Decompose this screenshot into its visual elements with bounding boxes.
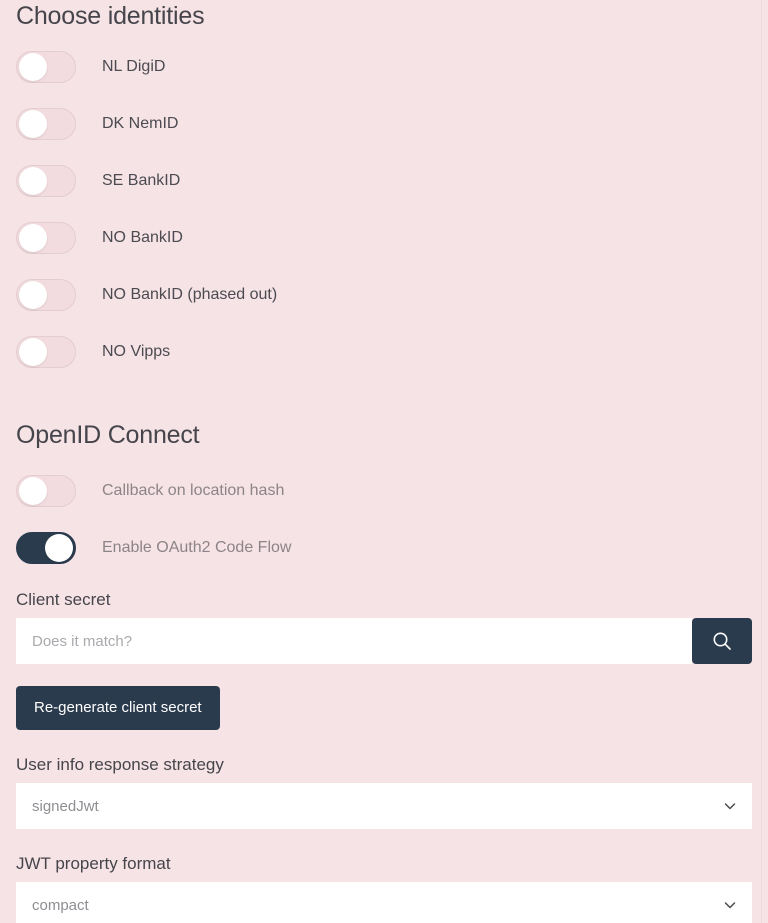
toggle-enable-oauth2-code-flow[interactable] bbox=[16, 532, 76, 564]
oidc-row-callback-location-hash[interactable]: Callback on location hash bbox=[16, 472, 752, 510]
toggle-dk-nemid[interactable] bbox=[16, 108, 76, 140]
regenerate-client-secret-button[interactable]: Re-generate client secret bbox=[16, 686, 220, 730]
toggle-callback-on-location-hash[interactable] bbox=[16, 475, 76, 507]
client-secret-input-group bbox=[16, 618, 752, 664]
toggle-no-bankid-phased-out[interactable] bbox=[16, 279, 76, 311]
oidc-row-enable-oauth2-code-flow[interactable]: Enable OAuth2 Code Flow bbox=[16, 529, 752, 567]
identity-label-no-bankid: NO BankID bbox=[102, 229, 183, 246]
toggle-no-vipps[interactable] bbox=[16, 336, 76, 368]
toggle-no-bankid[interactable] bbox=[16, 222, 76, 254]
jwt-property-format-wrap: compact bbox=[16, 882, 752, 923]
search-icon bbox=[710, 629, 734, 653]
oidc-label-callback-on-location-hash: Callback on location hash bbox=[102, 482, 285, 499]
identity-label-no-bankid-phased-out: NO BankID (phased out) bbox=[102, 286, 278, 303]
identity-label-no-vipps: NO Vipps bbox=[102, 343, 171, 360]
identity-label-nl-digid: NL DigiD bbox=[102, 58, 166, 75]
toggle-knob bbox=[19, 224, 47, 252]
identity-row-no-vipps[interactable]: NO Vipps bbox=[16, 333, 752, 371]
section-heading-openid-connect: OpenID Connect bbox=[16, 421, 200, 449]
settings-page: Choose identities NL DigiD DK NemID SE B… bbox=[0, 0, 768, 923]
toggle-nl-digid[interactable] bbox=[16, 51, 76, 83]
toggle-knob bbox=[45, 534, 73, 562]
oidc-label-enable-oauth2-code-flow: Enable OAuth2 Code Flow bbox=[102, 539, 292, 556]
client-secret-input[interactable] bbox=[16, 618, 692, 664]
identity-label-dk-nemid: DK NemID bbox=[102, 115, 179, 132]
identity-row-no-bankid-phased-out[interactable]: NO BankID (phased out) bbox=[16, 276, 752, 314]
toggle-knob bbox=[19, 110, 47, 138]
toggle-knob bbox=[19, 477, 47, 505]
identity-row-dk-nemid[interactable]: DK NemID bbox=[16, 105, 752, 143]
toggle-knob bbox=[19, 338, 47, 366]
user-info-response-strategy-select[interactable]: signedJwt bbox=[16, 783, 752, 829]
label-user-info-response-strategy: User info response strategy bbox=[16, 755, 224, 774]
section-heading-identities: Choose identities bbox=[16, 2, 205, 30]
identity-row-no-bankid[interactable]: NO BankID bbox=[16, 219, 752, 257]
user-info-response-strategy-wrap: signedJwt bbox=[16, 783, 752, 829]
toggle-se-bankid[interactable] bbox=[16, 165, 76, 197]
label-client-secret: Client secret bbox=[16, 590, 111, 609]
search-client-secret-button[interactable] bbox=[692, 618, 752, 664]
toggle-knob bbox=[19, 53, 47, 81]
identity-label-se-bankid: SE BankID bbox=[102, 172, 181, 189]
identity-row-se-bankid[interactable]: SE BankID bbox=[16, 162, 752, 200]
toggle-knob bbox=[19, 167, 47, 195]
jwt-property-format-select[interactable]: compact bbox=[16, 882, 752, 923]
identity-row-nl-digid[interactable]: NL DigiD bbox=[16, 48, 752, 86]
label-jwt-property-format: JWT property format bbox=[16, 854, 171, 873]
toggle-knob bbox=[19, 281, 47, 309]
